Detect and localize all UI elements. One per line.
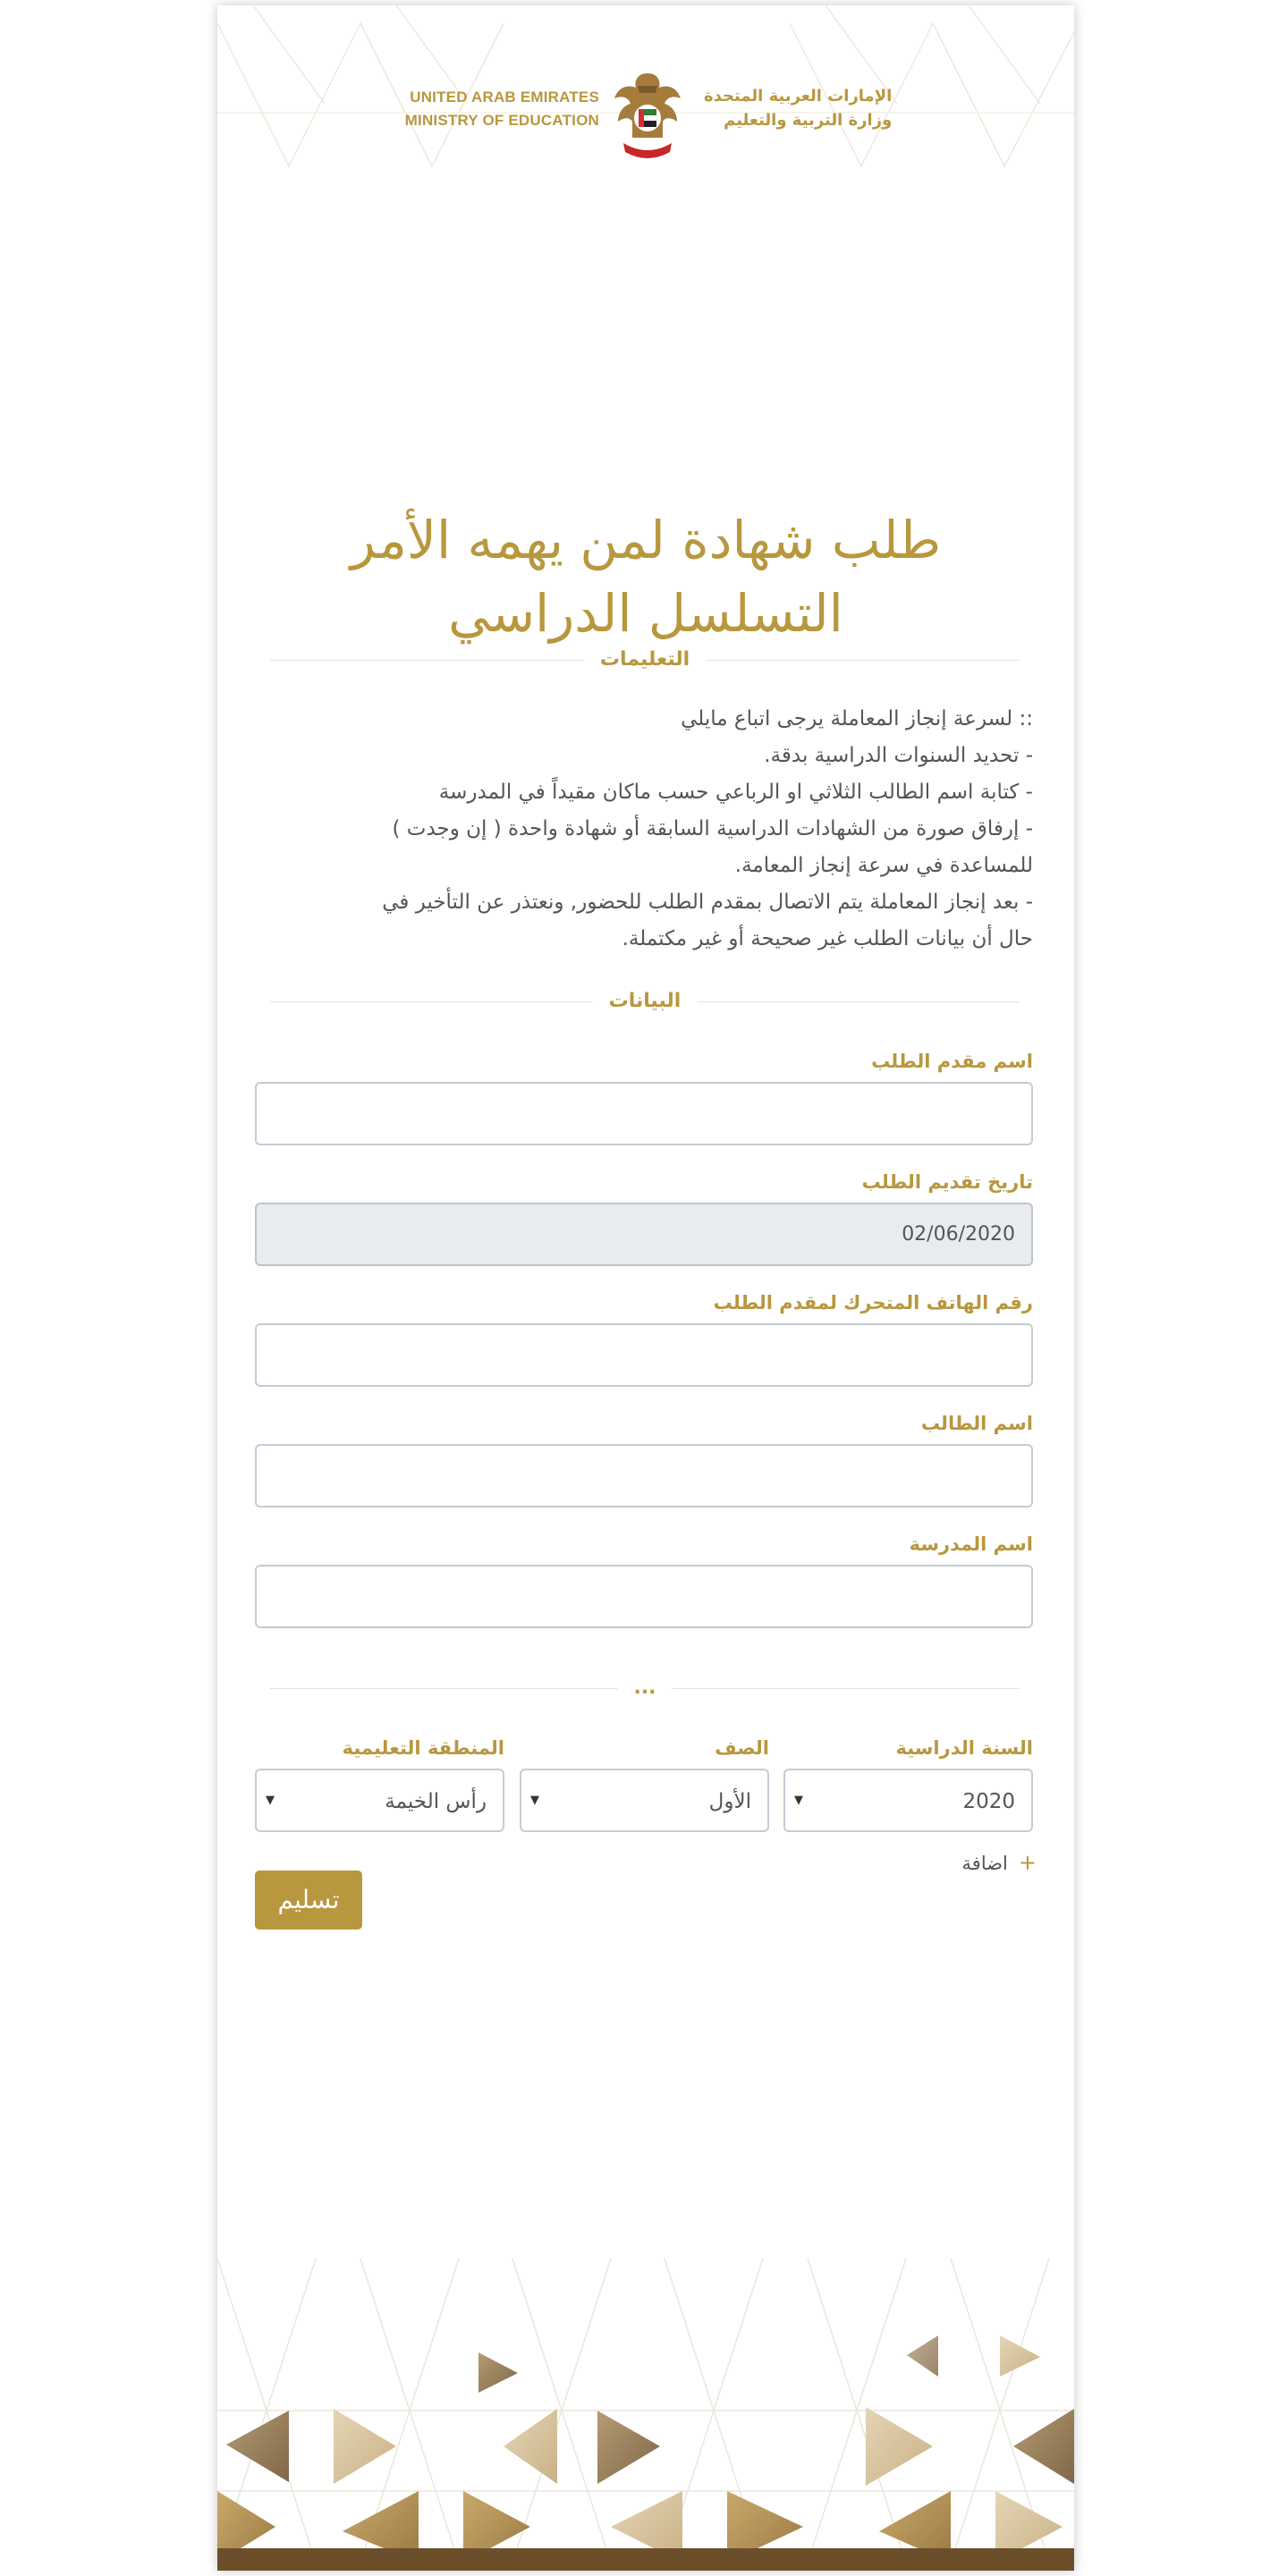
logo-en-line2: MINISTRY OF EDUCATION	[404, 112, 599, 129]
student-name-label: اسم الطالب	[920, 1413, 1033, 1434]
footer-bar	[217, 2548, 1074, 2571]
plus-icon: +	[1018, 1850, 1037, 1875]
data-heading: البيانات	[592, 987, 698, 1016]
page-title-line1: طلب شهادة لمن يهمه الأمر	[350, 509, 942, 570]
student-name-input[interactable]	[255, 1444, 1033, 1508]
instruction-line: - إرفاق صورة من الشهادات الدراسية السابق…	[392, 817, 1033, 840]
academic-year-label: السنة الدراسية	[895, 1737, 1033, 1759]
logo-ar-line1: الإمارات العربية المتحدة	[704, 87, 893, 106]
grade-value: الأول	[708, 1790, 751, 1813]
request-date-group: تاريخ تقديم الطلب	[255, 1169, 1033, 1266]
submit-button[interactable]: تسليم	[255, 1871, 362, 1930]
academic-year-group: السنة الدراسية 2020 ▼	[783, 1735, 1033, 1832]
caret-down-icon: ▼	[794, 1794, 803, 1807]
uae-eagle-emblem-icon	[614, 73, 681, 158]
academic-year-select[interactable]: 2020 ▼	[783, 1769, 1033, 1832]
years-divider: ...	[270, 1670, 1020, 1706]
instructions-text: :: لسرعة إنجاز المعاملة يرجى اتباع مايلي…	[258, 701, 1033, 958]
instructions-divider: التعليمات	[270, 642, 1020, 678]
page-title: طلب شهادة لمن يهمه الأمر التسلسل الدراسي	[271, 503, 1020, 650]
caret-down-icon: ▼	[266, 1794, 275, 1807]
instruction-line: :: لسرعة إنجاز المعاملة يرجى اتباع مايلي	[681, 707, 1033, 731]
grade-label: الصف	[715, 1737, 769, 1759]
applicant-name-group: اسم مقدم الطلب	[255, 1048, 1033, 1145]
page-title-line2: التسلسل الدراسي	[448, 582, 843, 644]
logo-arabic-text: الإمارات العربية المتحدة وزارة التربية و…	[704, 84, 892, 132]
instructions-heading: التعليمات	[583, 646, 707, 674]
caret-down-icon: ▼	[530, 1794, 539, 1807]
ministry-logo: UNITED ARAB EMIRATES MINISTRY OF EDUCATI…	[217, 61, 1074, 166]
footer-pattern	[217, 2258, 1074, 2571]
mobile-group: رقم الهاتف المتحرك لمقدم الطلب	[255, 1289, 1033, 1387]
mobile-label: رقم الهاتف المتحرك لمقدم الطلب	[713, 1292, 1033, 1313]
region-label: المنطقة التعليمية	[342, 1737, 504, 1759]
grade-select[interactable]: الأول ▼	[520, 1769, 769, 1832]
instruction-line: - كتابة اسم الطالب الثلاثي او الرباعي حس…	[438, 781, 1033, 804]
region-group: المنطقة التعليمية رأس الخيمة ▼	[255, 1735, 504, 1832]
school-name-input[interactable]	[255, 1565, 1033, 1628]
region-select[interactable]: رأس الخيمة ▼	[255, 1769, 504, 1832]
region-value: رأس الخيمة	[385, 1790, 487, 1813]
data-divider: البيانات	[270, 984, 1020, 1019]
logo-ar-line2: وزارة التربية والتعليم	[724, 111, 893, 130]
add-year-link[interactable]: + اضافة	[962, 1849, 1037, 1877]
school-name-group: اسم المدرسة	[255, 1531, 1033, 1628]
mobile-input[interactable]	[255, 1323, 1033, 1387]
instruction-line: للمساعدة في سرعة إنجاز المعامة.	[734, 854, 1033, 877]
academic-year-value: 2020	[962, 1790, 1015, 1813]
applicant-name-input[interactable]	[255, 1082, 1033, 1145]
instruction-line: حال أن بيانات الطلب غير صحيحة أو غير مكت…	[622, 927, 1033, 950]
applicant-name-label: اسم مقدم الطلب	[871, 1051, 1033, 1072]
school-name-label: اسم المدرسة	[909, 1533, 1033, 1555]
add-year-label: اضافة	[961, 1853, 1008, 1874]
logo-english-text: UNITED ARAB EMIRATES MINISTRY OF EDUCATI…	[405, 86, 599, 132]
grade-group: الصف الأول ▼	[520, 1735, 769, 1832]
logo-en-line1: UNITED ARAB EMIRATES	[410, 89, 599, 106]
student-name-group: اسم الطالب	[255, 1410, 1033, 1508]
instruction-line: - بعد إنجاز المعاملة يتم الاتصال بمقدم ا…	[382, 891, 1033, 914]
instruction-line: - تحديد السنوات الدراسية بدقة.	[764, 744, 1033, 767]
request-date-label: تاريخ تقديم الطلب	[861, 1171, 1033, 1193]
footer-triangle	[478, 2352, 518, 2393]
years-heading: ...	[617, 1674, 673, 1702]
request-date-input[interactable]	[255, 1203, 1033, 1266]
form-card: UNITED ARAB EMIRATES MINISTRY OF EDUCATI…	[217, 5, 1074, 2571]
